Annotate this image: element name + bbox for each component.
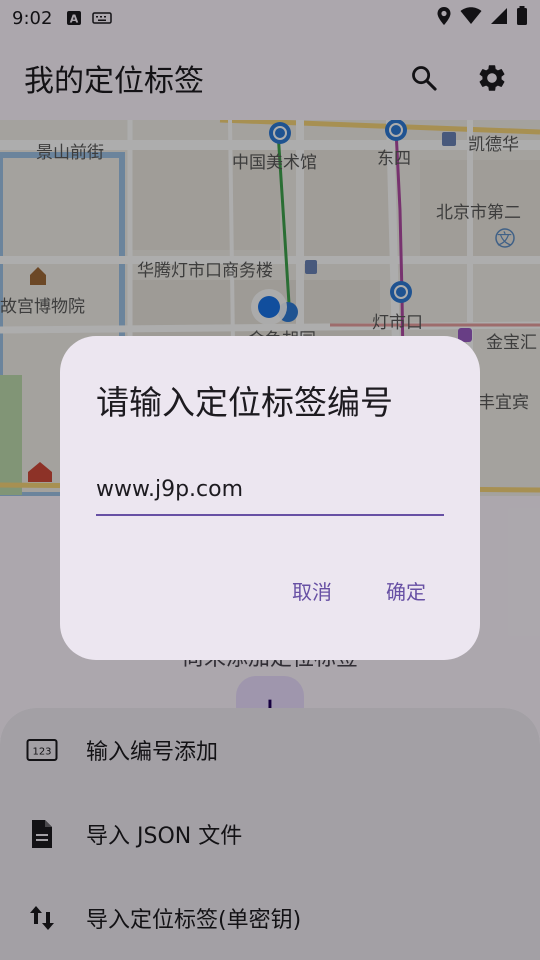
cancel-button[interactable]: 取消 xyxy=(288,568,336,613)
confirm-button[interactable]: 确定 xyxy=(382,568,430,613)
bottom-sheet: 123 输入编号添加 导入 JSON 文件 导入定位标签(单密钥) xyxy=(0,708,540,960)
dialog-title: 请输入定位标签编号 xyxy=(96,383,393,422)
tag-number-field-wrapper xyxy=(96,456,444,516)
sheet-scrim xyxy=(0,708,540,960)
tag-number-input[interactable] xyxy=(96,456,444,512)
input-dialog: 请输入定位标签编号 取消 确定 xyxy=(60,336,480,660)
dialog-actions: 取消 确定 xyxy=(288,568,430,613)
